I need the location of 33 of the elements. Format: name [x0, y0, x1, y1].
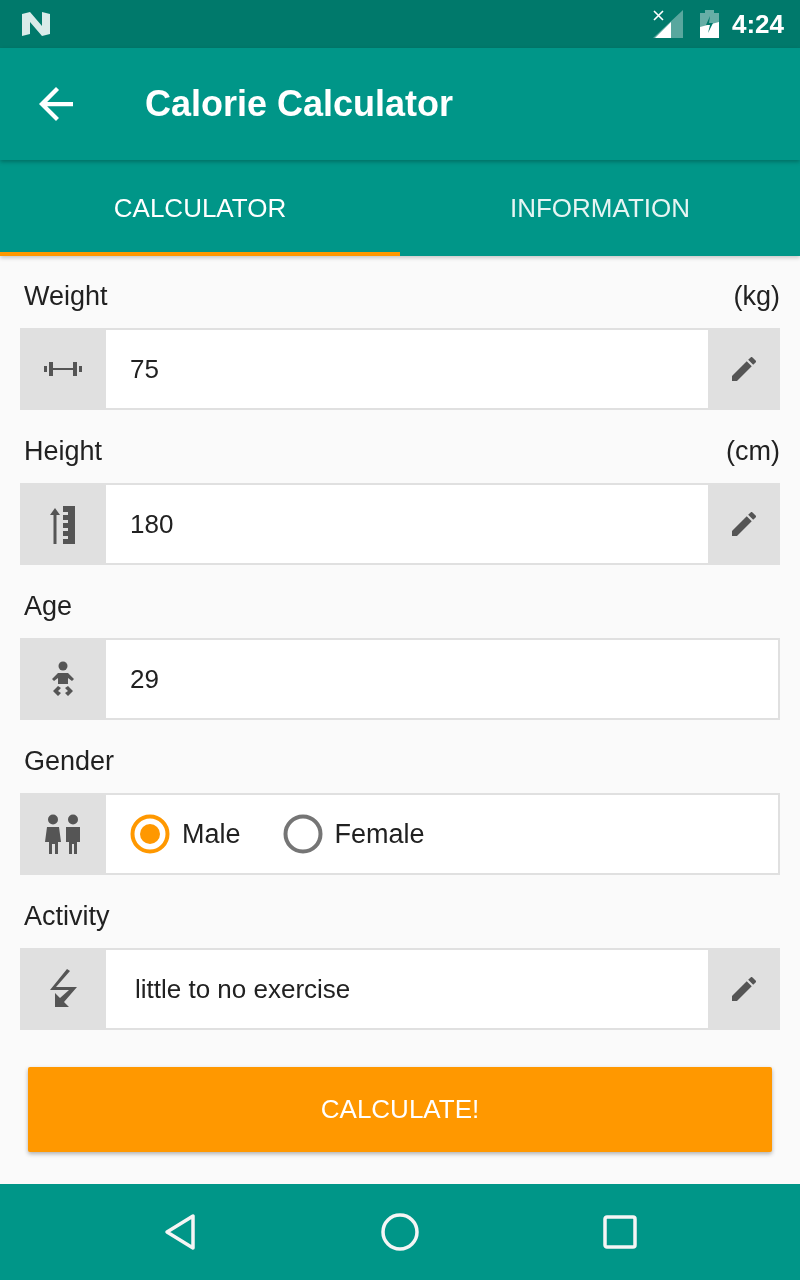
field-label: Age — [24, 592, 73, 620]
edit-button[interactable] — [708, 328, 780, 410]
field-label: Gender — [24, 747, 115, 775]
field-label: Weight — [24, 282, 108, 310]
recents-square-icon — [603, 1215, 637, 1249]
home-circle-icon — [381, 1213, 419, 1251]
clock-time: 4:24 — [731, 11, 784, 37]
input-field[interactable]: 75 — [106, 328, 708, 410]
edit-button[interactable] — [708, 483, 780, 565]
field-label: Height — [24, 437, 103, 465]
battery-charging-icon — [699, 10, 719, 38]
tab[interactable]: CALCULATOR — [0, 160, 400, 256]
unit-label: (kg) — [733, 282, 780, 310]
dumbbell-tile-icon — [20, 328, 106, 410]
edit-button[interactable] — [708, 948, 780, 1030]
pencil-icon — [732, 977, 756, 1001]
n-logo-icon — [22, 12, 50, 36]
input-field[interactable]: 29 — [106, 638, 780, 720]
lightning-arrow-tile-icon — [20, 948, 106, 1030]
baby-tile-icon — [20, 638, 106, 720]
radio-option[interactable]: Male — [130, 814, 241, 854]
radio-option[interactable]: Female — [282, 814, 425, 854]
app-title: Calorie Calculator — [145, 86, 454, 122]
signal-icon — [652, 10, 683, 38]
field-label: Activity — [24, 902, 110, 930]
back-triangle-icon — [164, 1213, 196, 1251]
pencil-icon — [732, 357, 756, 381]
pencil-icon — [732, 512, 756, 536]
input-field[interactable]: little to no exercise — [106, 948, 708, 1030]
ruler-arrow-tile-icon — [20, 483, 106, 565]
back-arrow-icon — [39, 87, 73, 121]
unit-label: (cm) — [726, 437, 780, 465]
input-field[interactable]: 180 — [106, 483, 708, 565]
